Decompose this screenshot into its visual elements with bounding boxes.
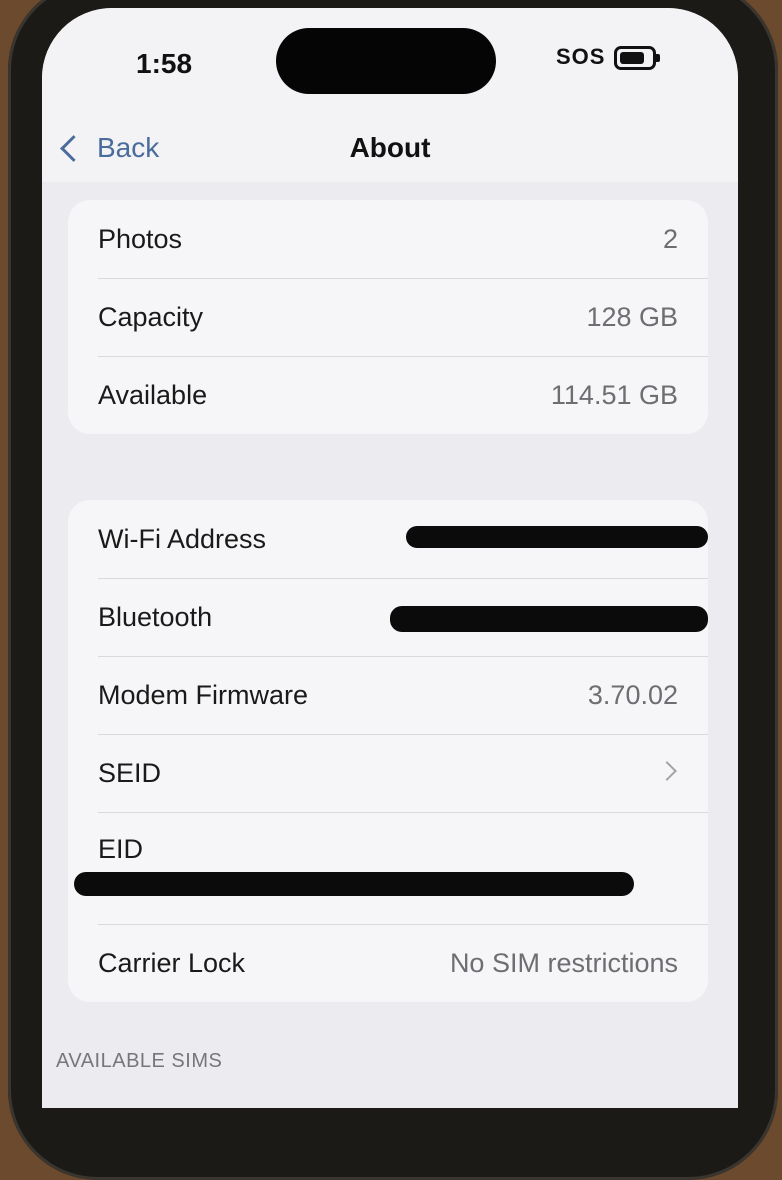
storage-group: Photos 2 Capacity 128 GB Available 114.5… xyxy=(68,200,708,434)
row-carrier-lock: Carrier Lock No SIM restrictions xyxy=(68,924,708,1002)
carrier-lock-value: No SIM restrictions xyxy=(449,948,678,978)
photos-value: 2 xyxy=(662,224,678,254)
page-title: About xyxy=(349,132,431,163)
modem-firmware-value: 3.70.02 xyxy=(587,680,678,710)
available-value: 114.51 GB xyxy=(550,380,678,410)
chevron-right-icon xyxy=(657,761,677,781)
row-bluetooth: Bluetooth xyxy=(68,578,708,656)
available-label: Available xyxy=(98,380,208,410)
network-group: Wi-Fi Address Bluetooth Modem Firmware 3… xyxy=(68,500,708,1002)
row-seid[interactable]: SEID xyxy=(68,734,708,812)
redaction-mark xyxy=(390,606,708,632)
row-photos: Photos 2 xyxy=(68,200,708,278)
carrier-lock-label: Carrier Lock xyxy=(98,948,246,978)
row-modem-firmware: Modem Firmware 3.70.02 xyxy=(68,656,708,734)
row-eid: EID xyxy=(68,812,708,924)
battery-icon xyxy=(614,46,656,70)
bluetooth-label: Bluetooth xyxy=(98,602,213,632)
status-bar: 1:58 SOS xyxy=(42,8,738,118)
row-capacity: Capacity 128 GB xyxy=(68,278,708,356)
row-wifi-address: Wi-Fi Address xyxy=(68,500,708,578)
photos-label: Photos xyxy=(98,224,183,254)
capacity-label: Capacity xyxy=(98,302,204,332)
redaction-mark xyxy=(406,526,708,548)
eid-label: EID xyxy=(98,834,144,864)
dynamic-island xyxy=(276,28,496,94)
seid-label: SEID xyxy=(98,758,162,788)
modem-firmware-label: Modem Firmware xyxy=(98,680,309,710)
status-time: 1:58 xyxy=(136,48,193,79)
phone-screen: 1:58 SOS Back About Photos 2 Capacity 12… xyxy=(42,8,738,1108)
capacity-value: 128 GB xyxy=(586,302,678,332)
battery-cap xyxy=(656,54,660,62)
navigation-bar: Back About xyxy=(42,118,738,182)
wifi-address-label: Wi-Fi Address xyxy=(98,524,267,554)
sos-indicator: SOS xyxy=(556,44,606,69)
section-header-available-sims: AVAILABLE SIMS xyxy=(56,1050,223,1072)
redaction-mark xyxy=(74,872,634,896)
row-available: Available 114.51 GB xyxy=(68,356,708,434)
